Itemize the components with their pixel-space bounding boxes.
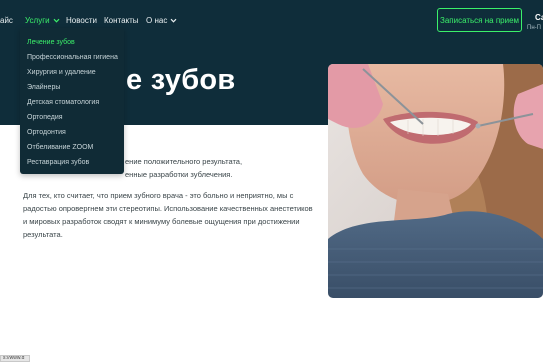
dropdown-item-orthodontics[interactable]: Ортодонтия	[20, 125, 124, 140]
dental-patient-photo	[328, 64, 543, 298]
dropdown-item-kids[interactable]: Детская стоматология	[20, 95, 124, 110]
nav-item-services[interactable]: Услуги	[25, 16, 60, 25]
nav-item-news[interactable]: Новости	[66, 16, 97, 25]
working-hours: Пн-П	[527, 25, 541, 31]
nav-item-about-label: О нас	[146, 16, 168, 25]
dropdown-item-treatment[interactable]: Лечение зубов	[20, 35, 124, 50]
page-title: е зубов	[126, 64, 236, 96]
nav-item-contacts[interactable]: Контакты	[104, 16, 139, 25]
chevron-down-icon	[170, 17, 177, 24]
dropdown-item-surgery[interactable]: Хирургия и удаление	[20, 65, 124, 80]
book-appointment-button[interactable]: Записаться на прием	[437, 8, 522, 32]
contact-phone[interactable]: Са	[535, 13, 543, 22]
nav-item-services-label: Услуги	[25, 16, 50, 25]
dropdown-item-hygiene[interactable]: Профессиональная гигиена	[20, 50, 124, 65]
dropdown-item-restoration[interactable]: Реставрация зубов	[20, 155, 124, 170]
nav-item-about[interactable]: О нас	[146, 16, 177, 25]
dropdown-item-aligners[interactable]: Элайнеры	[20, 80, 124, 95]
link-status-tooltip: s://www.d	[0, 355, 30, 362]
dropdown-item-whitening[interactable]: Отбеливание ZOOM	[20, 140, 124, 155]
services-dropdown-menu: Лечение зубов Профессиональная гигиена Х…	[20, 28, 124, 174]
nav-item-price[interactable]: айс	[0, 16, 13, 25]
body-paragraph: Для тех, кто считает, что прием зубного …	[23, 191, 313, 239]
chevron-down-icon	[53, 17, 60, 24]
dropdown-item-orthopedics[interactable]: Ортопедия	[20, 110, 124, 125]
